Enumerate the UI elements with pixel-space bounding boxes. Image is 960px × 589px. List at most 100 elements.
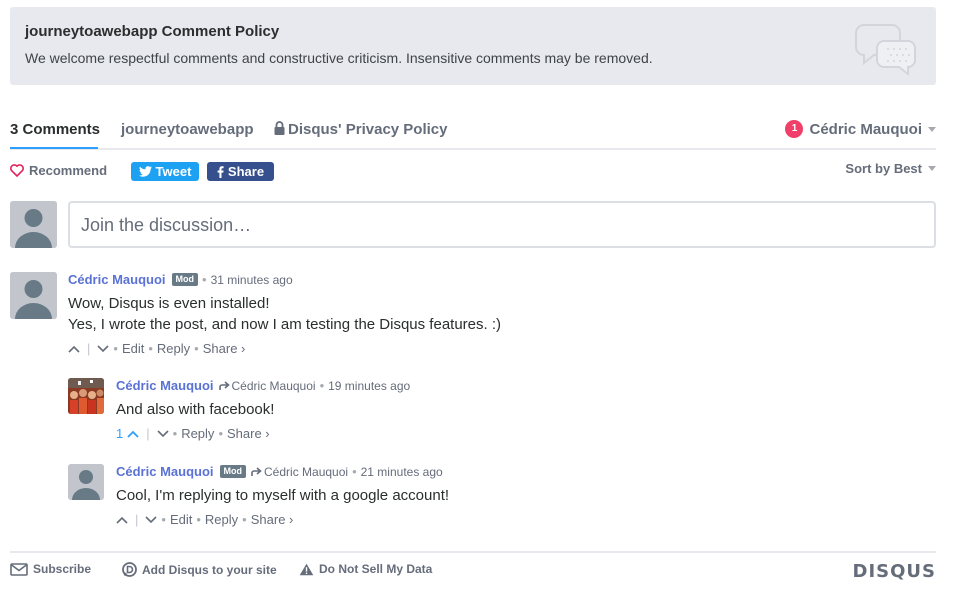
facebook-icon xyxy=(217,165,224,178)
edit-link[interactable]: Edit xyxy=(170,512,192,527)
comment-timestamp[interactable]: 31 minutes ago xyxy=(211,273,293,287)
edit-link[interactable]: Edit xyxy=(122,341,144,356)
downvote-icon[interactable] xyxy=(97,344,109,353)
default-avatar-icon xyxy=(68,464,104,500)
separator-dot: • xyxy=(161,512,166,527)
warning-icon xyxy=(299,563,314,575)
comments-nav: 3 Comments journeytoawebapp Disqus' Priv… xyxy=(10,112,936,150)
comment-header: Cédric Mauquoi Mod • 31 minutes ago xyxy=(68,272,928,287)
comment-text-line: Wow, Disqus is even installed! xyxy=(68,295,270,312)
user-name: Cédric Mauquoi xyxy=(809,120,922,138)
upvote-icon[interactable] xyxy=(127,430,139,438)
policy-title: journeytoawebapp Comment Policy xyxy=(25,23,280,40)
separator-dot: • xyxy=(194,341,199,356)
tab-comments[interactable]: 3 Comments xyxy=(10,121,100,138)
comment-author[interactable]: Cédric Mauquoi xyxy=(116,378,214,393)
comment-input[interactable]: Join the discussion… xyxy=(68,201,936,248)
upvote-icon[interactable] xyxy=(68,345,80,353)
do-not-sell-label: Do Not Sell My Data xyxy=(319,562,433,576)
comment-footer: | • Edit • Reply • Share › xyxy=(116,512,928,527)
upvote-count: 1 xyxy=(116,426,124,441)
reply-arrow-icon xyxy=(251,466,262,476)
facebook-share-button[interactable]: Share xyxy=(207,162,274,181)
chevron-down-icon xyxy=(928,126,936,132)
sort-label: Sort by Best xyxy=(845,161,922,176)
separator-dot: • xyxy=(319,378,325,393)
downvote-icon[interactable] xyxy=(145,515,157,524)
reply-to-author[interactable]: Cédric Mauquoi xyxy=(232,379,316,393)
disqus-logo[interactable]: DISQUS xyxy=(853,561,936,582)
recommend-label: Recommend xyxy=(29,163,108,178)
lock-icon xyxy=(274,121,285,135)
active-tab-indicator xyxy=(10,147,98,149)
comment-body: And also with facebook! xyxy=(116,399,928,420)
share-label: Share xyxy=(227,164,265,179)
avatar[interactable] xyxy=(10,201,57,248)
vote-divider: | xyxy=(146,426,150,441)
share-link[interactable]: Share › xyxy=(227,426,270,441)
avatar[interactable] xyxy=(68,464,104,500)
do-not-sell-link[interactable]: Do Not Sell My Data xyxy=(299,562,432,576)
comment-timestamp[interactable]: 19 minutes ago xyxy=(328,379,410,393)
comment-footer: | • Edit • Reply • Share › xyxy=(68,341,928,356)
comment-header: Cédric Mauquoi Cédric Mauquoi • 19 minut… xyxy=(116,378,928,393)
recommend-button[interactable]: Recommend xyxy=(10,163,107,178)
policy-text: We welcome respectful comments and const… xyxy=(25,50,653,66)
add-disqus-link[interactable]: Add Disqus to your site xyxy=(122,562,277,577)
comment-author[interactable]: Cédric Mauquoi xyxy=(116,464,214,479)
disqus-d-icon xyxy=(122,562,137,577)
comment-policy-banner: journeytoawebapp Comment Policy We welco… xyxy=(10,7,936,85)
upvote-icon[interactable] xyxy=(116,516,128,524)
avatar[interactable] xyxy=(68,378,104,414)
vote-divider: | xyxy=(87,341,91,356)
thread-footer: Subscribe Add Disqus to your site Do Not… xyxy=(10,551,936,589)
separator-dot: • xyxy=(242,512,247,527)
sort-dropdown[interactable]: Sort by Best xyxy=(845,161,936,176)
tweet-label: Tweet xyxy=(155,164,192,179)
reply-link[interactable]: Reply xyxy=(157,341,190,356)
tab-community[interactable]: journeytoawebapp xyxy=(121,121,254,138)
reply-link[interactable]: Reply xyxy=(205,512,238,527)
envelope-icon xyxy=(10,562,28,576)
comment-body: Cool, I'm replying to myself with a goog… xyxy=(116,485,928,506)
subscribe-link[interactable]: Subscribe xyxy=(10,562,91,576)
default-avatar-icon xyxy=(10,201,57,248)
comment: Cédric Mauquoi Mod • 31 minutes ago Wow,… xyxy=(68,272,928,356)
mod-badge: Mod xyxy=(219,465,247,478)
notification-badge[interactable]: 1 xyxy=(785,120,804,138)
default-avatar-icon xyxy=(10,272,57,319)
twitter-icon xyxy=(138,166,152,177)
chevron-down-icon xyxy=(928,166,936,171)
comment: Cédric Mauquoi Mod Cédric Mauquoi • 21 m… xyxy=(116,464,928,527)
subscribe-label: Subscribe xyxy=(33,562,92,576)
tweet-button[interactable]: Tweet xyxy=(131,162,199,181)
separator-dot: • xyxy=(218,426,223,441)
comment: Cédric Mauquoi Cédric Mauquoi • 19 minut… xyxy=(116,378,928,441)
reply-link[interactable]: Reply xyxy=(181,426,214,441)
avatar[interactable] xyxy=(10,272,57,319)
speech-bubbles-icon xyxy=(855,24,916,77)
comment-input-placeholder: Join the discussion… xyxy=(81,215,252,235)
separator-dot: • xyxy=(113,341,118,356)
reply-to-author[interactable]: Cédric Mauquoi xyxy=(264,465,348,479)
comment-footer: 1 | • Reply • Share › xyxy=(116,426,928,441)
heart-icon xyxy=(10,164,24,177)
comment-body: Wow, Disqus is even installed! Yes, I wr… xyxy=(68,293,928,335)
comment-author[interactable]: Cédric Mauquoi xyxy=(68,272,166,287)
separator-dot: • xyxy=(148,341,153,356)
share-link[interactable]: Share › xyxy=(203,341,246,356)
comment-text-line: And also with facebook! xyxy=(116,401,275,418)
comment-text-line: Cool, I'm replying to myself with a goog… xyxy=(116,487,450,504)
separator-dot: • xyxy=(172,426,178,441)
profile-photo xyxy=(68,378,104,414)
separator-dot: • xyxy=(196,512,201,527)
privacy-policy-label: Disqus' Privacy Policy xyxy=(288,121,448,138)
mod-badge: Mod xyxy=(171,273,199,286)
reply-arrow-icon xyxy=(218,380,230,390)
tab-privacy-policy[interactable]: Disqus' Privacy Policy xyxy=(274,121,447,138)
user-menu[interactable]: 1 Cédric Mauquoi xyxy=(785,120,936,138)
downvote-icon[interactable] xyxy=(157,429,169,438)
separator-dot: • xyxy=(202,272,207,287)
share-link[interactable]: Share › xyxy=(251,512,294,527)
comment-timestamp[interactable]: 21 minutes ago xyxy=(361,465,443,479)
